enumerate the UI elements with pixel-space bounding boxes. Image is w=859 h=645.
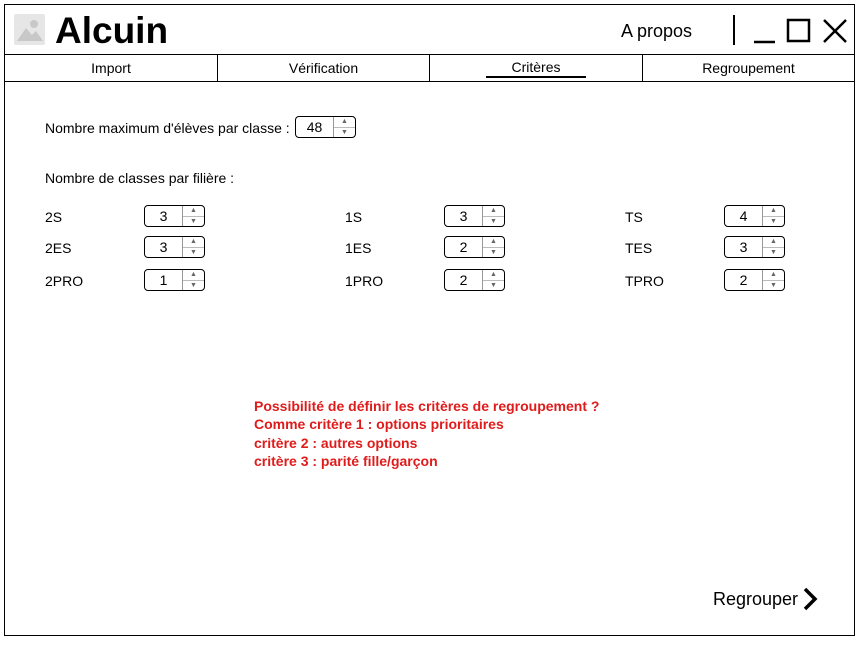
tab-regroupement[interactable]: Regroupement <box>642 55 854 81</box>
filiere-stepper-2pro[interactable]: 1 ▲ ▼ <box>144 269 205 291</box>
image-placeholder-icon <box>14 14 45 45</box>
chevron-right-icon <box>803 587 818 611</box>
filiere-label-ts: TS <box>625 209 643 225</box>
classes-section-label: Nombre de classes par filière : <box>45 170 235 186</box>
filiere-stepper-ts[interactable]: 4 ▲ ▼ <box>724 205 785 227</box>
stepper-up-icon[interactable]: ▲ <box>763 237 784 247</box>
stepper-down-icon[interactable]: ▼ <box>763 279 784 291</box>
stepper-value[interactable]: 3 <box>145 206 182 226</box>
maximize-icon[interactable] <box>785 17 813 45</box>
note-line: Possibilité de définir les critères de r… <box>254 398 600 414</box>
filiere-stepper-tpro[interactable]: 2 ▲ ▼ <box>724 269 785 291</box>
filiere-stepper-1s[interactable]: 3 ▲ ▼ <box>444 205 505 227</box>
stepper-value[interactable]: 4 <box>725 206 762 226</box>
filiere-stepper-tes[interactable]: 3 ▲ ▼ <box>724 236 785 258</box>
note-line: Comme critère 1 : options prioritaires <box>254 416 504 433</box>
filiere-stepper-1pro[interactable]: 2 ▲ ▼ <box>444 269 505 291</box>
stepper-down-icon[interactable]: ▼ <box>763 215 784 227</box>
filiere-label-1es: 1ES <box>345 240 372 256</box>
criteria-note: Possibilité de définir les critères de r… <box>254 397 599 470</box>
tab-label: Vérification <box>288 60 359 76</box>
tab-import[interactable]: Import <box>5 55 217 81</box>
filiere-stepper-1es[interactable]: 2 ▲ ▼ <box>444 236 505 258</box>
filiere-label-1s: 1S <box>345 209 363 225</box>
tab-label: Import <box>91 60 131 76</box>
tab-label: Critères <box>486 59 586 78</box>
stepper-value[interactable]: 2 <box>725 270 762 290</box>
note-line: critère 3 : parité fille/garçon <box>254 452 438 469</box>
tab-verification[interactable]: Vérification <box>217 55 429 81</box>
filiere-stepper-2s[interactable]: 3 ▲ ▼ <box>144 205 205 227</box>
minimize-icon[interactable] <box>751 17 779 45</box>
filiere-stepper-2es[interactable]: 3 ▲ ▼ <box>144 236 205 258</box>
stepper-value[interactable]: 3 <box>145 237 182 257</box>
regroup-button-label: Regrouper <box>713 588 799 609</box>
stepper-value[interactable]: 3 <box>725 237 762 257</box>
filiere-label-2es: 2ES <box>45 240 72 256</box>
stepper-down-icon[interactable]: ▼ <box>183 279 204 291</box>
max-students-stepper[interactable]: 48 ▲ ▼ <box>295 116 356 138</box>
stepper-up-icon[interactable]: ▲ <box>483 237 504 247</box>
stepper-value[interactable]: 1 <box>145 270 182 290</box>
stepper-up-icon[interactable]: ▲ <box>763 270 784 280</box>
stepper-down-icon[interactable]: ▼ <box>483 279 504 291</box>
stepper-up-icon[interactable]: ▲ <box>483 270 504 280</box>
filiere-label-tpro: TPRO <box>625 273 664 289</box>
stepper-up-icon[interactable]: ▲ <box>183 206 204 216</box>
stepper-down-icon[interactable]: ▼ <box>334 126 355 138</box>
stepper-up-icon[interactable]: ▲ <box>183 270 204 280</box>
filiere-label-2pro: 2PRO <box>45 273 84 289</box>
note-line: critère 2 : autres options <box>254 434 418 451</box>
stepper-down-icon[interactable]: ▼ <box>483 246 504 258</box>
stepper-down-icon[interactable]: ▼ <box>483 215 504 227</box>
tab-bar: Import Vérification Critères Regroupemen… <box>5 54 854 82</box>
tab-label: Regroupement <box>702 60 795 76</box>
close-icon[interactable] <box>821 17 849 45</box>
stepper-up-icon[interactable]: ▲ <box>334 117 355 127</box>
tab-criteres[interactable]: Critères <box>429 55 642 81</box>
titlebar-separator <box>733 15 735 45</box>
stepper-value[interactable]: 2 <box>445 237 482 257</box>
filiere-label-1pro: 1PRO <box>345 273 384 289</box>
stepper-down-icon[interactable]: ▼ <box>183 215 204 227</box>
app-title: Alcuin <box>55 10 169 51</box>
stepper-down-icon[interactable]: ▼ <box>763 246 784 258</box>
stepper-value[interactable]: 3 <box>445 206 482 226</box>
stepper-value[interactable]: 48 <box>296 117 333 137</box>
stepper-up-icon[interactable]: ▲ <box>763 206 784 216</box>
stepper-value[interactable]: 2 <box>445 270 482 290</box>
about-link[interactable]: A propos <box>621 20 692 42</box>
regroup-button[interactable]: Regrouper <box>713 585 818 613</box>
stepper-down-icon[interactable]: ▼ <box>183 246 204 258</box>
stepper-up-icon[interactable]: ▲ <box>483 206 504 216</box>
filiere-label-tes: TES <box>625 240 653 256</box>
filiere-label-2s: 2S <box>45 209 63 225</box>
stepper-up-icon[interactable]: ▲ <box>183 237 204 247</box>
app-window: Alcuin A propos Import Vérification Crit… <box>4 4 855 636</box>
max-students-label: Nombre maximum d'élèves par classe : <box>45 120 290 136</box>
